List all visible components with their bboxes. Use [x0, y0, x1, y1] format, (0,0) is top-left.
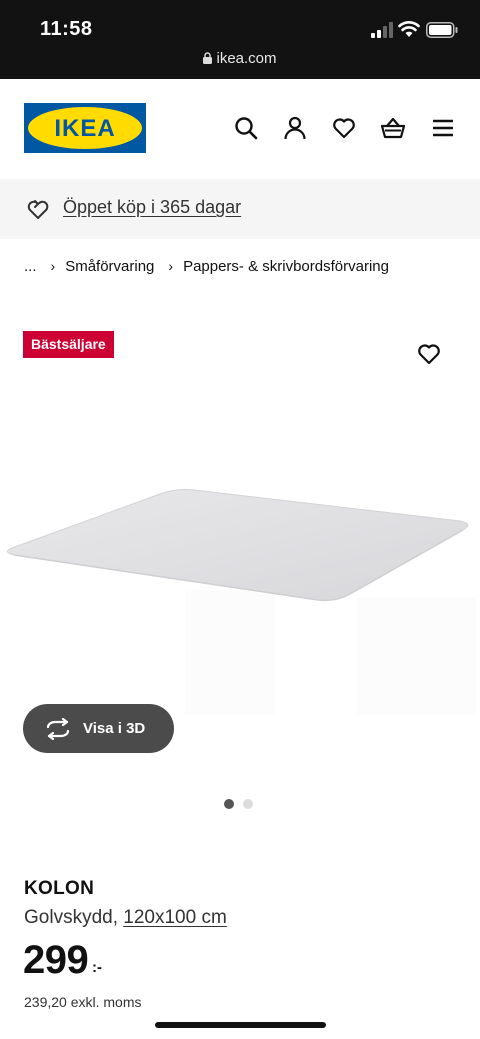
lock-icon [203, 52, 213, 64]
view-in-3d-label: Visa i 3D [83, 720, 146, 737]
breadcrumb-item-smaforvaring[interactable]: Småförvaring [65, 258, 154, 275]
status-bar: 11:58 ikea.com [0, 0, 480, 79]
wifi-icon [398, 21, 420, 37]
carousel-dot[interactable] [224, 799, 234, 809]
breadcrumb-ellipsis[interactable]: ... [24, 258, 37, 275]
price-excl-vat: 239,20 exkl. moms [24, 994, 142, 1010]
breadcrumb-separator: › [50, 258, 56, 274]
carousel-dot[interactable] [243, 799, 253, 809]
breadcrumb-item-pappersforvaring[interactable]: Pappers- & skrivbordsförvaring [183, 258, 389, 275]
logo-text: IKEA [54, 115, 115, 142]
favorite-heart-icon[interactable] [416, 341, 442, 367]
price-suffix: :- [92, 959, 102, 976]
breadcrumb: ... › Småförvaring › Pappers- & skrivbor… [24, 255, 389, 277]
menu-icon[interactable] [430, 115, 456, 141]
product-price: 299 [23, 938, 89, 982]
image-carousel-dots [224, 799, 253, 809]
url-text: ikea.com [216, 50, 277, 67]
return-arrow-icon [27, 200, 49, 219]
product-type: Golvskydd, [24, 907, 118, 928]
returns-link[interactable]: Öppet köp i 365 dagar [63, 197, 241, 218]
basket-icon[interactable] [380, 115, 406, 141]
product-dimensions-link[interactable]: 120x100 cm [123, 907, 227, 928]
search-icon[interactable] [233, 115, 259, 141]
product-image[interactable] [0, 380, 480, 720]
battery-icon [426, 22, 458, 38]
view-in-3d-button[interactable]: Visa i 3D [23, 704, 174, 753]
site-header: IKEA [0, 79, 480, 179]
heart-icon[interactable] [331, 115, 357, 141]
returns-banner: Öppet köp i 365 dagar [0, 179, 480, 239]
product-description: Golvskydd, 120x100 cm [24, 907, 227, 929]
home-indicator[interactable] [155, 1022, 326, 1028]
breadcrumb-separator: › [168, 258, 174, 274]
user-icon[interactable] [282, 115, 308, 141]
status-time: 11:58 [40, 18, 93, 40]
ikea-logo[interactable]: IKEA [24, 103, 146, 153]
address-bar[interactable]: ikea.com [0, 50, 480, 67]
rotate-3d-icon [46, 717, 70, 740]
bestseller-badge: Bästsäljare [23, 331, 114, 358]
signal-icon [371, 22, 393, 38]
product-name: KOLON [24, 878, 95, 899]
